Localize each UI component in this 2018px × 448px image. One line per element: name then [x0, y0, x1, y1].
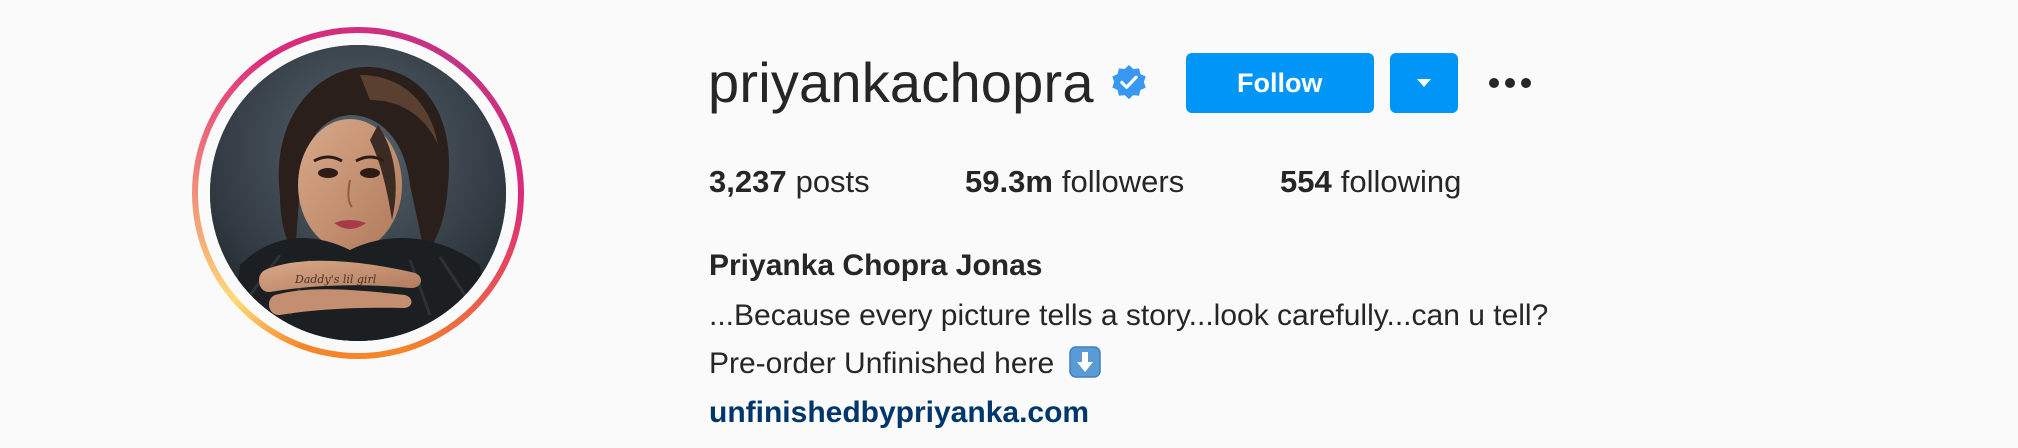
svg-text:Daddy's lil girl: Daddy's lil girl	[294, 273, 377, 286]
profile-stats: 3,237 posts 59.3m followers 554 followin…	[709, 160, 1461, 204]
followers-stat[interactable]: 59.3m followers	[965, 160, 1280, 204]
more-options-button[interactable]	[1486, 53, 1534, 113]
full-name: Priyanka Chopra Jonas	[709, 249, 1043, 282]
following-stat[interactable]: 554 following	[1280, 160, 1461, 204]
posts-label: posts	[795, 164, 870, 199]
follow-button[interactable]: Follow	[1185, 53, 1374, 113]
posts-stat: 3,237 posts	[709, 160, 965, 204]
followers-label: followers	[1061, 164, 1185, 199]
following-count: 554	[1280, 164, 1332, 199]
username: priyankachopra	[708, 51, 1094, 114]
story-ring-avatar[interactable]: Daddy's lil girl	[192, 27, 524, 359]
profile-header: Daddy's lil girl priyankachopra Follow 3…	[0, 0, 2018, 448]
bio-line: ...Because every picture tells a story..…	[709, 299, 1549, 332]
verified-badge-icon	[1110, 64, 1148, 102]
profile-avatar[interactable]: Daddy's lil girl	[210, 45, 506, 341]
followers-count: 59.3m	[965, 164, 1053, 199]
posts-count: 3,237	[709, 164, 787, 199]
down-arrow-emoji-icon	[1068, 345, 1101, 378]
bio-line-text: Pre-order Unfinished here	[709, 347, 1055, 380]
bio-line: Pre-order Unfinished here	[709, 340, 1548, 388]
more-options-icon	[1488, 78, 1531, 88]
profile-title-row: priyankachopra Follow	[708, 50, 1534, 116]
chevron-down-icon	[1416, 79, 1431, 87]
external-link[interactable]: unfinishedbypriyanka.com	[709, 388, 1089, 438]
following-label: following	[1340, 164, 1462, 199]
avatar-image: Daddy's lil girl	[210, 45, 506, 341]
profile-bio: Priyanka Chopra Jonas ...Because every p…	[709, 244, 1548, 438]
suggested-accounts-dropdown-button[interactable]	[1389, 53, 1458, 113]
